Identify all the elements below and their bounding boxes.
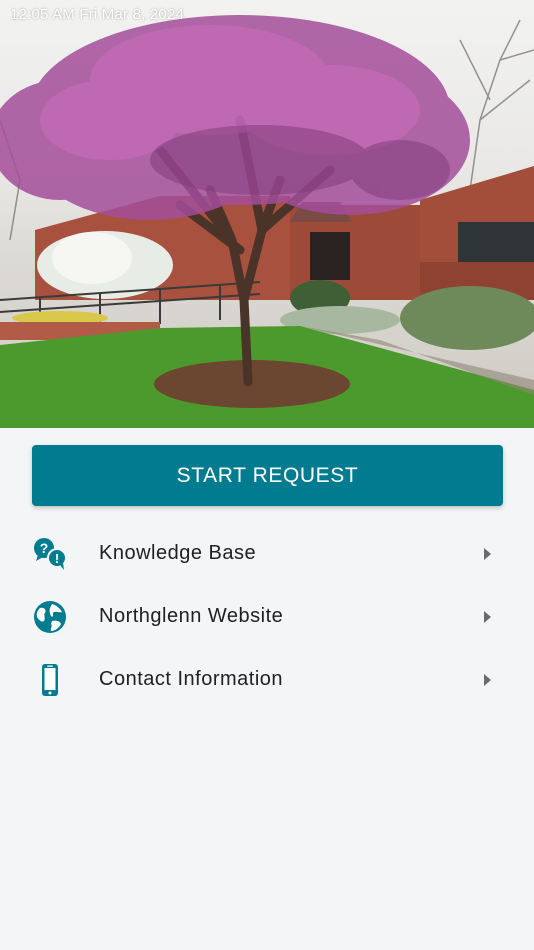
start-request-label: START REQUEST [176,463,359,487]
chevron-right-icon [484,674,491,686]
menu-item-northglenn-website[interactable]: Northglenn Website [0,585,534,648]
globe-icon [32,599,68,635]
svg-text:?: ? [40,540,49,556]
menu-item-knowledge-base[interactable]: ? ! Knowledge Base [0,522,534,585]
menu-item-label: Knowledge Base [99,542,257,564]
menu-item-contact-information[interactable]: Contact Information [0,648,534,711]
hero-illustration [0,15,534,428]
chevron-right-icon [484,611,491,623]
menu-list: ? ! Knowledge Base Northglenn Website Co… [0,522,534,711]
start-request-button[interactable]: START REQUEST [32,445,503,506]
chevron-right-icon [484,548,491,560]
hero-image: 12:05 AM Fri Mar 8, 2024 [0,0,534,428]
menu-item-label: Contact Information [99,668,284,690]
svg-text:!: ! [55,551,59,566]
question-bubbles-icon: ? ! [32,536,68,572]
menu-item-label: Northglenn Website [99,605,284,627]
phone-icon [32,662,68,698]
status-bar-time: 12:05 AM Fri Mar 8, 2024 [10,6,185,23]
